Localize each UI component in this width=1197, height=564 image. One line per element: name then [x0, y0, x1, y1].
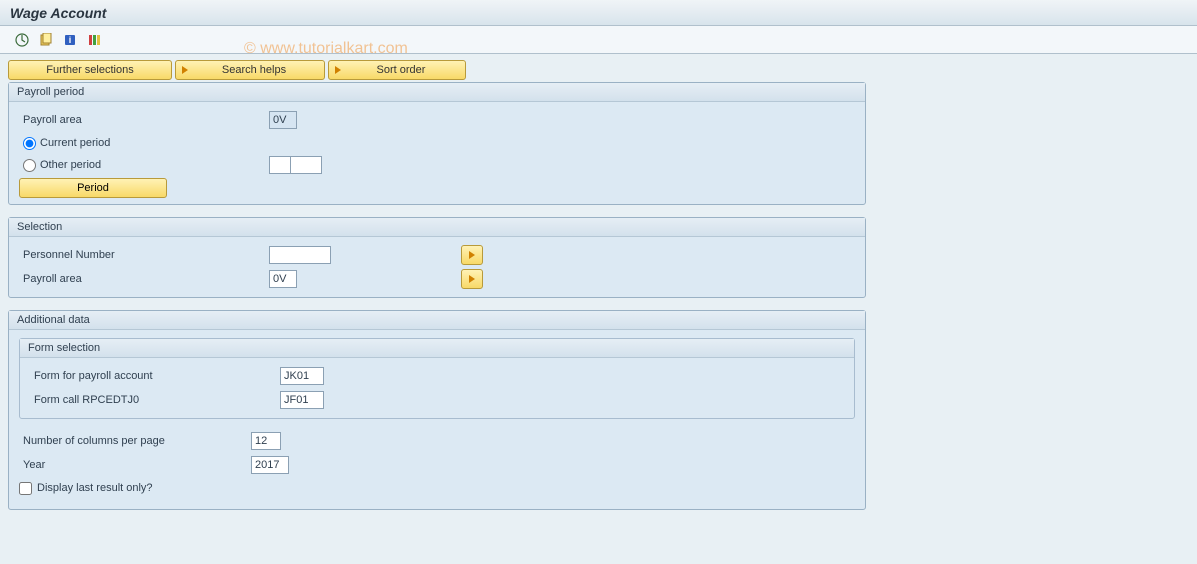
further-selections-label: Further selections	[46, 64, 133, 76]
other-period-radio[interactable]	[23, 159, 36, 172]
top-button-row: Further selections Search helps Sort ord…	[8, 60, 1189, 80]
toolbar: i	[0, 26, 1197, 54]
selection-payroll-area-input[interactable]	[269, 270, 297, 288]
variant-icon[interactable]	[38, 32, 54, 48]
current-period-label: Current period	[40, 137, 110, 149]
payroll-period-group: Payroll period Payroll area Current peri…	[8, 82, 866, 205]
payroll-area-label: Payroll area	[19, 114, 269, 126]
form-call-input[interactable]	[280, 391, 324, 409]
personnel-multi-button[interactable]	[461, 245, 483, 265]
arrow-right-icon	[182, 66, 188, 74]
settings-icon[interactable]	[86, 32, 102, 48]
sort-order-label: Sort order	[347, 64, 455, 76]
payroll-area-input[interactable]	[269, 111, 297, 129]
columns-label: Number of columns per page	[19, 435, 251, 447]
selection-group: Selection Personnel Number Payroll area	[8, 217, 866, 298]
title-bar: Wage Account	[0, 0, 1197, 26]
selection-title: Selection	[9, 218, 865, 237]
arrow-right-icon	[335, 66, 341, 74]
period-button[interactable]: Period	[19, 178, 167, 198]
additional-data-group: Additional data Form selection Form for …	[8, 310, 866, 510]
payroll-multi-button[interactable]	[461, 269, 483, 289]
sort-order-button[interactable]: Sort order	[328, 60, 466, 80]
year-label: Year	[19, 459, 251, 471]
other-period-label: Other period	[40, 159, 101, 171]
personnel-number-label: Personnel Number	[19, 249, 269, 261]
form-selection-group: Form selection Form for payroll account …	[19, 338, 855, 419]
form-payroll-account-label: Form for payroll account	[30, 370, 280, 382]
payroll-period-title: Payroll period	[9, 83, 865, 102]
form-call-label: Form call RPCEDTJ0	[30, 394, 280, 406]
execute-icon[interactable]	[14, 32, 30, 48]
arrow-right-icon	[469, 275, 475, 283]
svg-text:i: i	[69, 35, 72, 45]
period-button-label: Period	[77, 182, 109, 194]
other-period-input-1[interactable]	[269, 156, 291, 174]
selection-payroll-area-label: Payroll area	[19, 273, 269, 285]
display-last-label: Display last result only?	[37, 482, 153, 494]
arrow-right-icon	[469, 251, 475, 259]
year-input[interactable]	[251, 456, 289, 474]
content-area: Further selections Search helps Sort ord…	[0, 54, 1197, 528]
form-payroll-account-input[interactable]	[280, 367, 324, 385]
search-helps-button[interactable]: Search helps	[175, 60, 325, 80]
page-title: Wage Account	[10, 5, 106, 21]
columns-input[interactable]	[251, 432, 281, 450]
display-last-checkbox[interactable]	[19, 482, 32, 495]
further-selections-button[interactable]: Further selections	[8, 60, 172, 80]
current-period-radio[interactable]	[23, 137, 36, 150]
search-helps-label: Search helps	[194, 64, 314, 76]
form-selection-title: Form selection	[20, 339, 854, 358]
info-icon[interactable]: i	[62, 32, 78, 48]
additional-data-title: Additional data	[9, 311, 865, 330]
other-period-input-2[interactable]	[290, 156, 322, 174]
personnel-number-input[interactable]	[269, 246, 331, 264]
